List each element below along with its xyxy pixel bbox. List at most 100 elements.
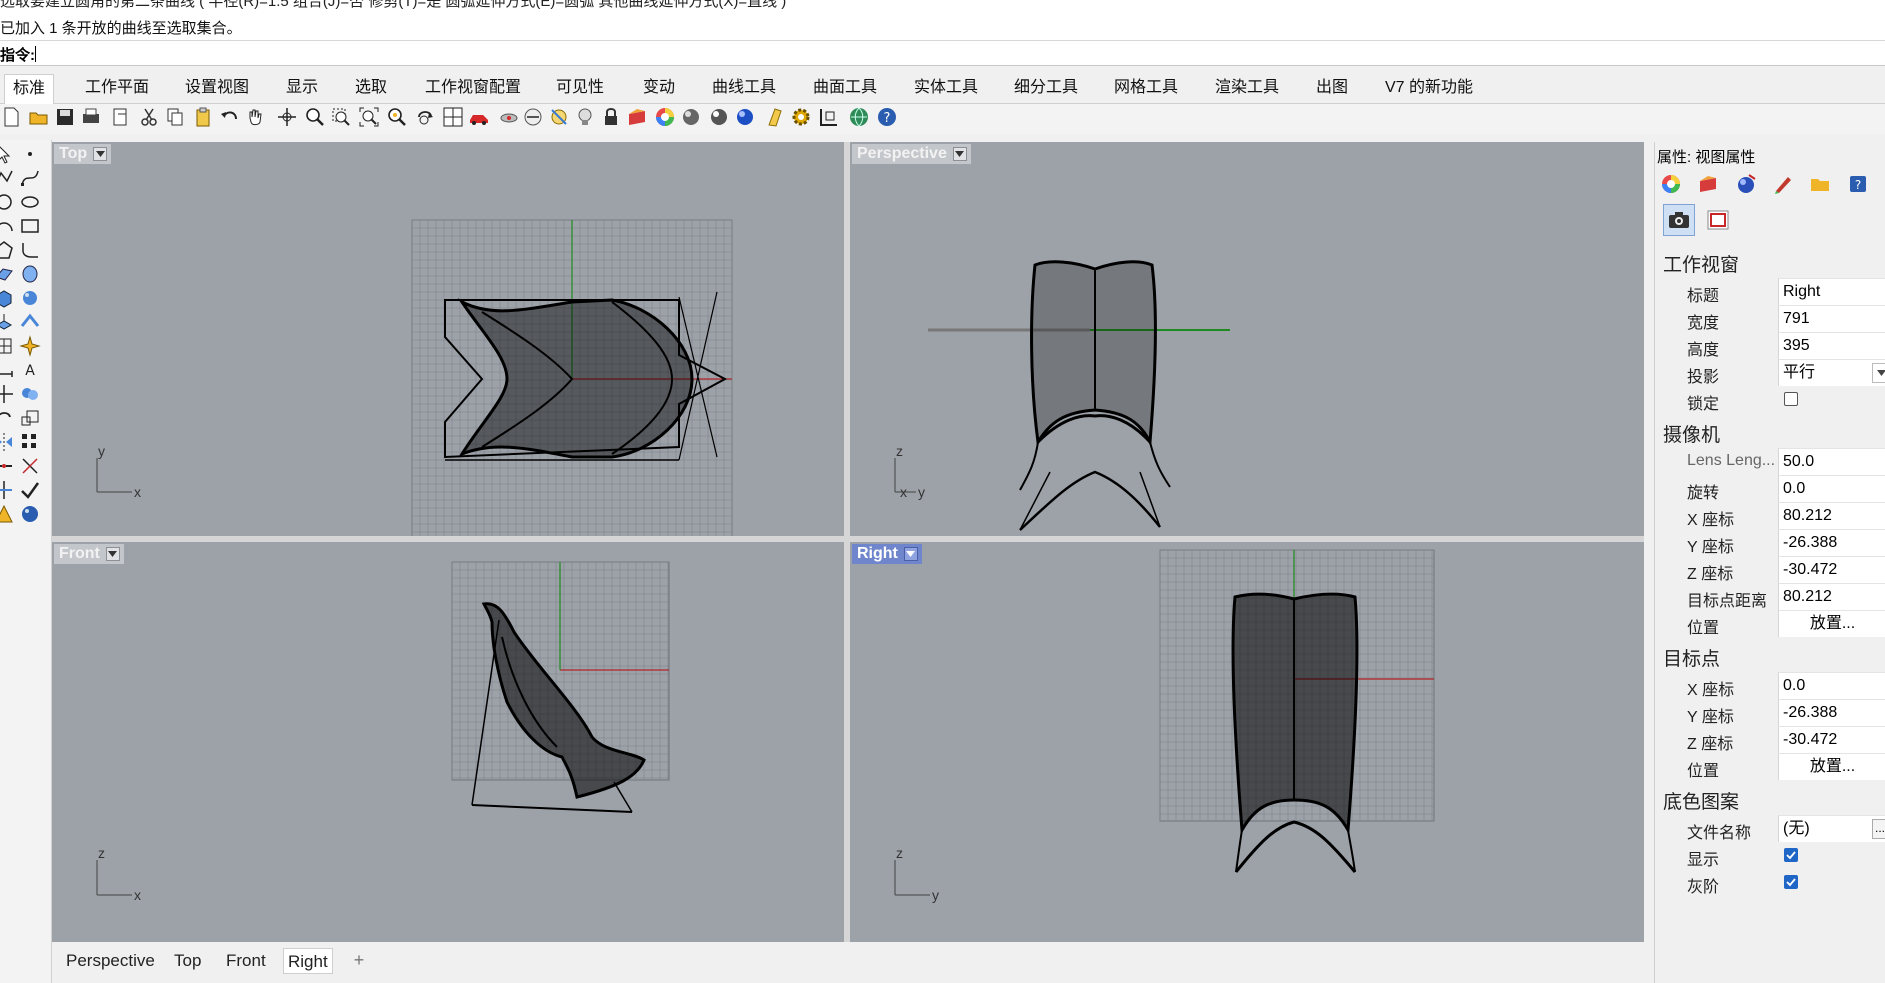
curve-points-icon[interactable] xyxy=(18,166,42,190)
import-icon[interactable] xyxy=(110,106,132,128)
sphere-render-icon[interactable] xyxy=(708,106,730,128)
undo-icon[interactable] xyxy=(218,106,240,128)
tab-render-tools[interactable]: 渲染工具 xyxy=(1207,74,1287,104)
viewport-front[interactable]: z x Front xyxy=(52,542,844,942)
move-icon[interactable] xyxy=(0,382,16,406)
rectangle-icon[interactable] xyxy=(18,214,42,238)
rotate-object-icon[interactable] xyxy=(0,406,16,430)
height-field[interactable]: 395 xyxy=(1778,332,1885,359)
material-sphere-icon[interactable] xyxy=(734,106,756,128)
array-icon[interactable] xyxy=(18,430,42,454)
arc-icon[interactable] xyxy=(0,214,16,238)
tracking-icon[interactable] xyxy=(498,106,520,128)
viewport-title[interactable]: Right xyxy=(852,544,922,564)
tab-subd-tools[interactable]: 细分工具 xyxy=(1006,74,1086,104)
mirror-icon[interactable] xyxy=(0,430,16,454)
help-icon[interactable]: ? xyxy=(876,106,898,128)
lens-length-field[interactable]: 50.0 xyxy=(1778,448,1885,475)
globe-icon[interactable] xyxy=(848,106,870,128)
tab-visibility[interactable]: 可见性 xyxy=(548,74,612,104)
grayscale-checkbox[interactable] xyxy=(1784,875,1798,889)
target-x-field[interactable]: 0.0 xyxy=(1778,672,1885,699)
sphere-icon[interactable] xyxy=(18,286,42,310)
text-icon[interactable]: A xyxy=(18,358,42,382)
hide-icon[interactable] xyxy=(522,106,544,128)
tab-curve-tools[interactable]: 曲线工具 xyxy=(704,74,784,104)
analyze-icon[interactable] xyxy=(0,502,16,526)
material-sphere-icon[interactable] xyxy=(1734,172,1758,196)
file-name-field[interactable]: (无) ... xyxy=(1778,815,1885,842)
target-distance-field[interactable]: 80.212 xyxy=(1778,583,1885,610)
loft-icon[interactable] xyxy=(18,310,42,334)
fillet-icon[interactable] xyxy=(18,238,42,262)
tab-standard[interactable]: 标准 xyxy=(4,74,55,105)
color-wheel-icon[interactable] xyxy=(654,106,676,128)
show-checkbox[interactable] xyxy=(1784,848,1798,862)
extrude-icon[interactable] xyxy=(0,310,16,334)
camera-x-field[interactable]: 80.212 xyxy=(1778,502,1885,529)
tab-display[interactable]: 显示 xyxy=(278,74,326,104)
view-tab-right[interactable]: Right xyxy=(283,948,333,974)
pencil-icon[interactable] xyxy=(1771,172,1795,196)
cut-icon[interactable] xyxy=(138,106,160,128)
tab-set-view[interactable]: 设置视图 xyxy=(177,74,257,104)
layer-icon[interactable] xyxy=(1696,172,1720,196)
title-field[interactable]: Right xyxy=(1778,278,1885,305)
viewport-right[interactable]: z y Right xyxy=(850,542,1644,942)
scale-icon[interactable] xyxy=(18,406,42,430)
join-icon[interactable] xyxy=(0,454,16,478)
rotation-field[interactable]: 0.0 xyxy=(1778,475,1885,502)
paste-icon[interactable] xyxy=(192,106,214,128)
copy-object-icon[interactable] xyxy=(18,382,42,406)
explode-icon[interactable] xyxy=(18,334,42,358)
camera-z-field[interactable]: -30.472 xyxy=(1778,556,1885,583)
view-tab-top[interactable]: Top xyxy=(170,948,205,974)
camera-y-field[interactable]: -26.388 xyxy=(1778,529,1885,556)
surface-icon[interactable] xyxy=(0,262,16,286)
camera-icon[interactable] xyxy=(1663,204,1695,236)
viewport-title[interactable]: Perspective xyxy=(852,144,971,164)
dimension-icon[interactable] xyxy=(0,358,16,382)
polyline-icon[interactable] xyxy=(0,166,16,190)
tab-cplanes[interactable]: 工作平面 xyxy=(77,74,157,104)
command-prompt[interactable]: 指令: xyxy=(0,40,1885,66)
four-viewports-icon[interactable] xyxy=(442,106,464,128)
target-place-button[interactable]: 放置... xyxy=(1778,753,1885,780)
ellipse-icon[interactable] xyxy=(18,190,42,214)
viewport-title[interactable]: Front xyxy=(54,544,124,564)
zoom-icon[interactable] xyxy=(304,106,326,128)
tab-mesh-tools[interactable]: 网格工具 xyxy=(1106,74,1186,104)
viewport-title[interactable]: Top xyxy=(54,144,112,164)
viewport-top[interactable]: y x Top xyxy=(52,142,844,536)
zoom-window-icon[interactable] xyxy=(330,106,352,128)
zoom-extents-icon[interactable] xyxy=(358,106,380,128)
target-z-field[interactable]: -30.472 xyxy=(1778,726,1885,753)
check-icon[interactable] xyxy=(18,478,42,502)
split-icon[interactable] xyxy=(0,478,16,502)
folder-icon[interactable] xyxy=(1808,172,1832,196)
add-view-icon[interactable]: + xyxy=(349,950,369,970)
projection-select[interactable]: 平行 xyxy=(1778,359,1885,386)
new-file-icon[interactable] xyxy=(0,106,22,128)
trim-icon[interactable] xyxy=(18,454,42,478)
chevron-down-icon[interactable] xyxy=(903,547,918,561)
rotate-icon[interactable] xyxy=(414,106,436,128)
tab-v7-new[interactable]: V7 的新功能 xyxy=(1377,74,1481,104)
chevron-down-icon[interactable] xyxy=(105,547,120,561)
highlighter-icon[interactable] xyxy=(764,106,786,128)
light-icon[interactable] xyxy=(574,106,596,128)
pan-hand-icon[interactable] xyxy=(244,106,266,128)
chevron-down-icon[interactable] xyxy=(952,147,967,161)
tab-select[interactable]: 选取 xyxy=(347,74,395,104)
lock-checkbox[interactable] xyxy=(1784,392,1798,406)
color-wheel-icon[interactable] xyxy=(1659,172,1683,196)
view-tab-front[interactable]: Front xyxy=(222,948,270,974)
point-icon[interactable] xyxy=(18,142,42,166)
browse-button[interactable]: ... xyxy=(1872,819,1885,839)
chevron-down-icon[interactable] xyxy=(1872,363,1885,383)
polygon-icon[interactable] xyxy=(0,238,16,262)
viewport-perspective[interactable]: z x y Perspective xyxy=(850,142,1644,536)
circle-icon[interactable] xyxy=(0,190,16,214)
tab-viewport-layout[interactable]: 工作视窗配置 xyxy=(417,74,529,104)
layer-icon[interactable] xyxy=(626,106,648,128)
